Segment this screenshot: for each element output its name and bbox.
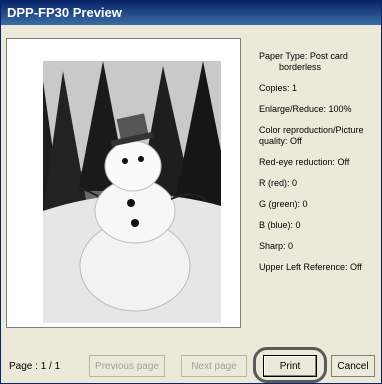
paper-type-label: Paper Type: Post card	[259, 51, 348, 61]
print-highlight-ring	[253, 347, 327, 383]
red-label: R (red): 0	[259, 178, 298, 188]
redeye-label: Red-eye reduction: Off	[259, 157, 350, 167]
print-settings-info: Paper Type: Post card borderless Copies:…	[259, 51, 377, 283]
cancel-button[interactable]: Cancel	[331, 355, 375, 377]
snowman-photo	[43, 61, 221, 323]
upper-left-label: Upper Left Reference: Off	[259, 262, 362, 272]
color-repro-label: Color reproduction/Picture quality: Off	[259, 125, 364, 146]
blue-label: B (blue): 0	[259, 220, 301, 230]
window-title: DPP-FP30 Preview	[1, 1, 381, 25]
page-indicator: Page : 1 / 1	[9, 361, 61, 372]
print-preview-area	[6, 38, 241, 328]
copies-label: Copies: 1	[259, 83, 298, 93]
preview-window: DPP-FP30 Preview Paper Type: Post card b…	[0, 0, 382, 384]
sharp-label: Sharp: 0	[259, 241, 294, 251]
enlarge-label: Enlarge/Reduce: 100%	[259, 104, 352, 114]
previous-page-button[interactable]: Previous page	[89, 355, 165, 377]
paper-type-sub: borderless	[279, 62, 322, 72]
next-page-button[interactable]: Next page	[181, 355, 247, 377]
green-label: G (green): 0	[259, 199, 308, 209]
